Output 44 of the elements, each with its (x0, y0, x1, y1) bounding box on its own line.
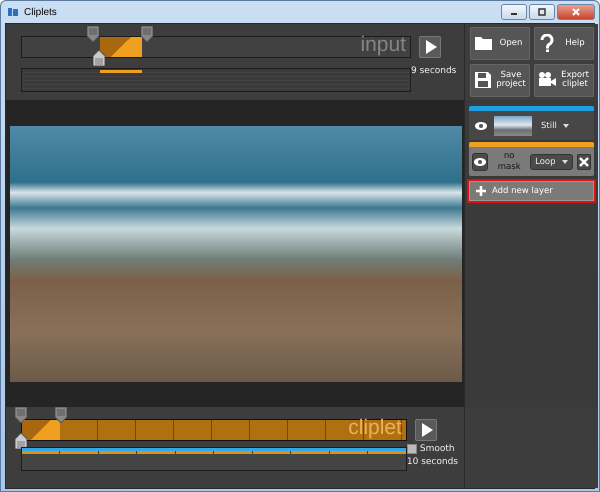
minimize-button[interactable] (501, 4, 527, 20)
toolbar-button[interactable]: Export cliplet (534, 64, 594, 97)
selection-range (100, 37, 142, 57)
mode-dropdown[interactable]: Loop (530, 154, 573, 170)
window-title: Cliplets (24, 6, 57, 18)
question-mark-icon (538, 34, 556, 52)
range-start-handle (15, 407, 27, 423)
eye-icon (475, 122, 487, 130)
folder-icon (474, 34, 492, 52)
caret-icon (562, 160, 568, 164)
playhead-handle (93, 50, 105, 66)
play-icon (425, 40, 437, 54)
maximize-icon (538, 8, 546, 16)
range-bar (100, 70, 142, 73)
range-start-handle (87, 26, 99, 42)
duration-label: 9 seconds (411, 66, 456, 76)
duration-label: 10 seconds (406, 457, 458, 467)
toolbar-button[interactable]: Help (534, 27, 594, 60)
play-button[interactable] (419, 36, 441, 58)
checkbox[interactable] (406, 444, 417, 454)
smooth-checkbox[interactable]: Smooth (406, 444, 455, 454)
app-icon (7, 7, 19, 17)
thumbnail-placeholder (494, 116, 532, 136)
close-icon (578, 156, 589, 166)
play-icon (420, 423, 433, 437)
caret-icon (562, 124, 569, 128)
maximize-button[interactable] (529, 4, 555, 20)
visibility-button[interactable] (472, 152, 488, 170)
range-end-handle (55, 407, 67, 423)
close-button[interactable] (557, 4, 595, 20)
layer-card[interactable]: no mask Loop (469, 142, 594, 176)
mask-label: no mask (496, 151, 522, 172)
delete-layer-button[interactable] (576, 154, 592, 170)
layer-card[interactable]: Still (469, 106, 594, 140)
toolbar-button[interactable]: Save project (470, 64, 530, 97)
plus-icon (476, 186, 486, 196)
mode-dropdown[interactable]: Still (536, 118, 574, 134)
close-icon (572, 8, 580, 16)
toolbar-button[interactable]: Open (470, 27, 530, 60)
track-watermark: input (360, 33, 406, 57)
eye-icon (474, 158, 486, 166)
add-layer-button[interactable]: Add new layer (469, 181, 594, 201)
play-button[interactable] (414, 419, 437, 441)
range-end-handle (141, 26, 153, 42)
